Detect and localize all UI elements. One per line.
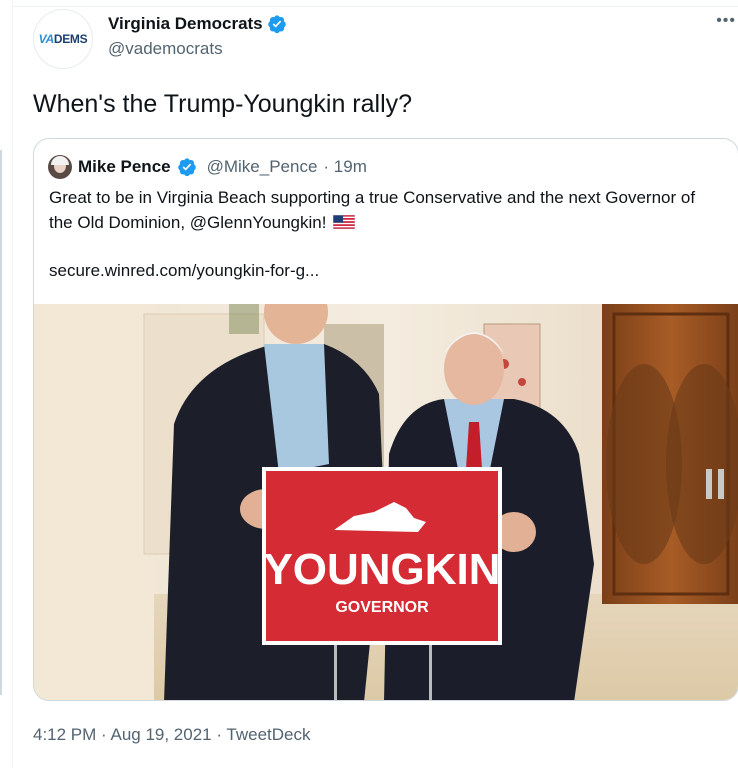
author-block: Virginia Democrats @vademocrats (108, 14, 287, 59)
tweet-text: When's the Trump-Youngkin rally? (33, 90, 413, 118)
photo-illustration: YOUNGKIN GOVERNOR (34, 304, 738, 700)
author-avatar[interactable]: VADEMS (33, 9, 93, 69)
more-options-icon[interactable]: ••• (716, 12, 736, 30)
quoted-tweet-link[interactable]: secure.winred.com/youngkin-for-g... (49, 261, 319, 281)
us-flag-icon (333, 215, 356, 229)
top-divider (12, 6, 738, 7)
author-display-name[interactable]: Virginia Democrats (108, 14, 263, 34)
quoted-tweet-header: Mike Pence @Mike_Pence · 19m (48, 155, 367, 179)
quoted-author-handle: @Mike_Pence (206, 157, 318, 176)
quoted-tweet-text: Great to be in Virginia Beach supporting… (49, 188, 696, 232)
avatar-logo-text: VADEMS (38, 32, 88, 46)
quoted-tweet-photo[interactable]: YOUNGKIN GOVERNOR (34, 304, 738, 700)
sign-subtitle: GOVERNOR (335, 599, 429, 616)
quoted-verified-badge-icon (177, 158, 196, 177)
author-handle[interactable]: @vademocrats (108, 39, 287, 59)
left-edge-divider (0, 150, 2, 695)
tweet-detail: VADEMS Virginia Democrats @vademocrats •… (0, 0, 738, 768)
verified-badge-icon (267, 15, 286, 34)
tweet-timestamp[interactable]: 4:12 PM · Aug 19, 2021 · TweetDeck (33, 725, 311, 745)
quoted-tweet-text-block: Great to be in Virginia Beach supporting… (49, 185, 699, 235)
quoted-author-avatar (48, 155, 72, 179)
left-divider (12, 0, 13, 768)
sign-title: YOUNGKIN (263, 545, 500, 594)
quoted-author-name: Mike Pence (78, 157, 171, 176)
quoted-tweet-age: · 19m (323, 157, 367, 176)
quoted-tweet-card[interactable]: Mike Pence @Mike_Pence · 19m Great to be… (33, 138, 738, 701)
